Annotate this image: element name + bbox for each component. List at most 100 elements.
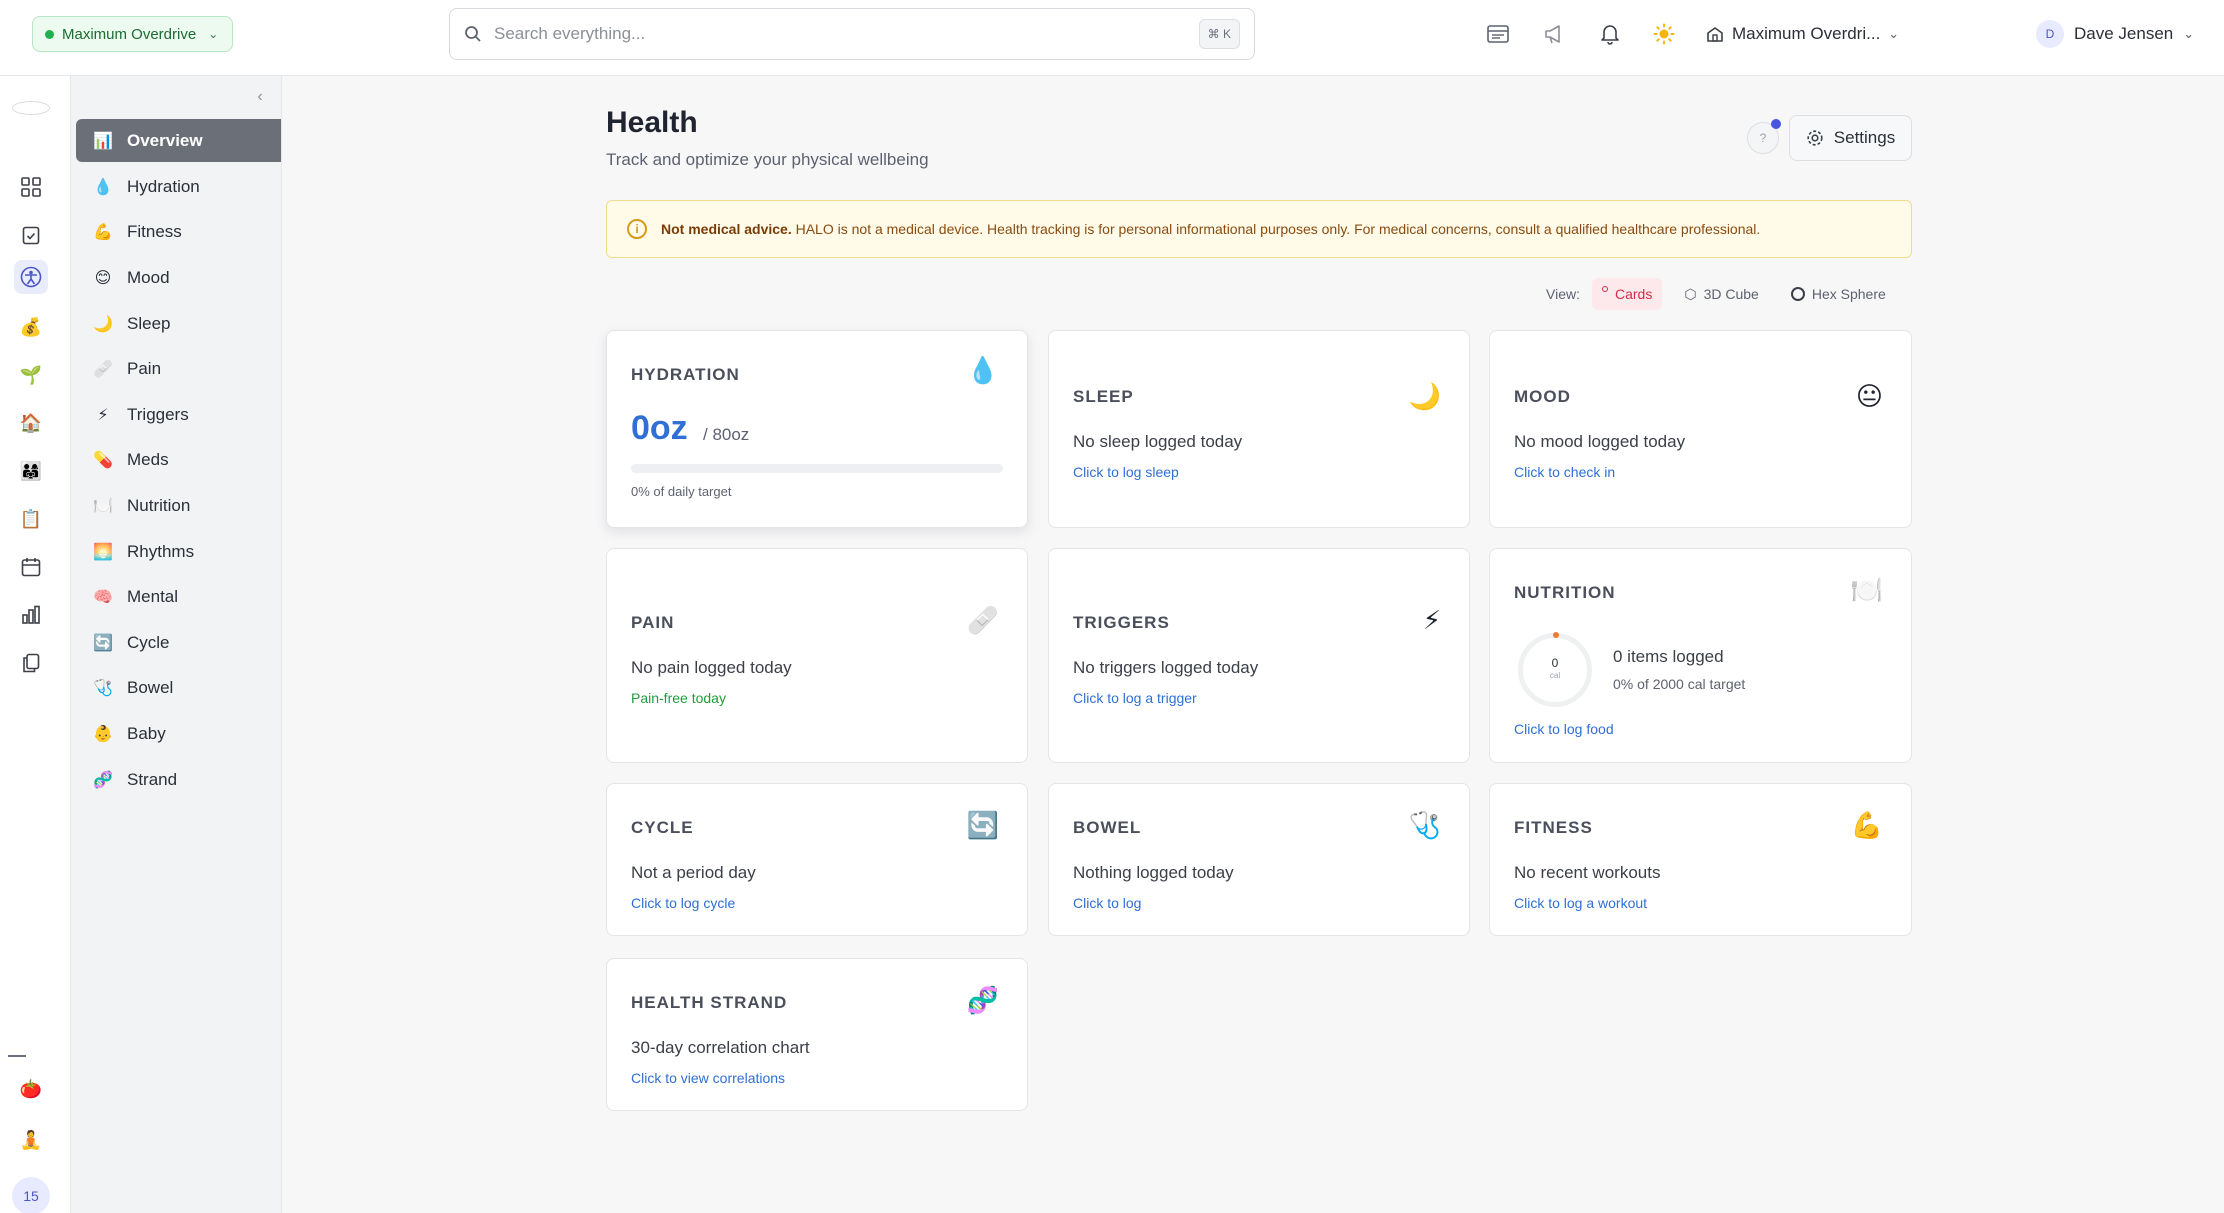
alert-body: HALO is not a medical device. Health tra… — [791, 221, 1761, 237]
sidebar-item-label: Meds — [127, 449, 169, 469]
view-option-hex-sphere[interactable]: Hex Sphere — [1781, 278, 1896, 310]
plate-icon: 🍽️ — [1850, 575, 1883, 605]
pill-icon: 💊 — [93, 451, 113, 469]
view-option-3d-cube[interactable]: ⬡ 3D Cube — [1674, 278, 1769, 310]
sidebar-item-nutrition[interactable]: 🍽️ Nutrition — [76, 484, 281, 527]
search-bar[interactable]: Search everything... ⌘ K — [449, 8, 1255, 60]
pain-card[interactable]: PAIN 🩹 No pain logged today Pain-free to… — [606, 548, 1028, 763]
sidebar-item-label: Bowel — [127, 677, 174, 697]
pain-free-status[interactable]: Pain-free today — [631, 690, 726, 706]
user-name: Dave Jensen — [2074, 24, 2174, 43]
log-trigger-link[interactable]: Click to log a trigger — [1073, 690, 1197, 706]
card-title: HEALTH STRAND — [631, 993, 788, 1012]
clipboard-check-icon[interactable] — [14, 218, 48, 252]
cycle-arrows-icon: 🔄 — [966, 810, 999, 840]
health-figure-icon[interactable] — [14, 260, 48, 294]
sidebar-item-label: Overview — [127, 130, 203, 150]
sidebar-item-strand[interactable]: 🧬 Strand — [76, 758, 281, 801]
sidebar-item-baby[interactable]: 👶 Baby — [76, 712, 281, 755]
log-sleep-link[interactable]: Click to log sleep — [1073, 464, 1179, 480]
search-input[interactable]: Search everything... — [494, 24, 1187, 44]
hydration-progress-bar — [631, 464, 1003, 473]
organization-switcher[interactable]: Maximum Overdri... ⌄ — [1706, 20, 1899, 48]
cycle-card[interactable]: CYCLE 🔄 Not a period day Click to log cy… — [606, 783, 1028, 936]
neutral-face-icon: 😐 — [1855, 381, 1883, 411]
sun-icon[interactable] — [1650, 20, 1678, 48]
sidebar-item-mental[interactable]: 🧠 Mental — [76, 575, 281, 618]
log-workout-link[interactable]: Click to log a workout — [1514, 895, 1647, 911]
notepad-icon[interactable]: 📋 — [14, 502, 48, 536]
documents-icon[interactable] — [14, 646, 48, 680]
nutrition-items: 0 items logged — [1613, 647, 1724, 666]
alert-text: Not medical advice. HALO is not a medica… — [661, 221, 1760, 237]
rail-count-badge[interactable]: 15 — [12, 1177, 50, 1213]
card-title: MOOD — [1514, 387, 1571, 406]
log-cycle-link[interactable]: Click to log cycle — [631, 895, 735, 911]
nutrition-card[interactable]: NUTRITION 🍽️ 0 cal 0 items logged 0% of … — [1489, 548, 1912, 763]
sidebar-item-label: Cycle — [127, 632, 170, 652]
sidebar-item-mood[interactable]: 😊 Mood — [76, 256, 281, 299]
help-circle-icon: ? — [1759, 131, 1767, 145]
flexed-arm-icon: 💪 — [1850, 810, 1883, 840]
sidebar-item-rhythms[interactable]: 🌅 Rhythms — [76, 530, 281, 573]
view-correlations-link[interactable]: Click to view correlations — [631, 1070, 785, 1086]
bandage-icon: 🩹 — [966, 605, 999, 635]
triggers-card[interactable]: TRIGGERS ⚡ No triggers logged today Clic… — [1048, 548, 1470, 763]
lightning-icon: ⚡ — [97, 406, 109, 424]
view-option-label: Hex Sphere — [1811, 286, 1886, 302]
seedling-icon[interactable]: 🌱 — [14, 358, 48, 392]
log-food-link[interactable]: Click to log food — [1514, 721, 1614, 737]
sidebar-item-pain[interactable]: 🩹 Pain — [76, 347, 281, 390]
alert-strong: Not medical advice. — [661, 221, 792, 237]
search-shortcut: ⌘ K — [1198, 19, 1240, 49]
dna-icon: 🧬 — [966, 985, 999, 1015]
card-title: PAIN — [631, 613, 675, 632]
bowel-card[interactable]: BOWEL 🩺 Nothing logged today Click to lo… — [1048, 783, 1470, 936]
pin-icon — [1601, 286, 1608, 292]
sidebar-item-label: Triggers — [127, 404, 189, 424]
health-strand-card[interactable]: HEALTH STRAND 🧬 30-day correlation chart… — [606, 958, 1028, 1111]
log-bowel-link[interactable]: Click to log — [1073, 895, 1141, 911]
house-icon[interactable]: 🏠 — [14, 406, 48, 440]
notification-dot — [1771, 119, 1781, 129]
workspace-switcher[interactable]: Maximum Overdrive ⌄ — [32, 16, 234, 52]
settings-button[interactable]: Settings — [1789, 115, 1912, 161]
calendar-icon[interactable] — [14, 550, 48, 584]
mood-card[interactable]: MOOD 😐 No mood logged today Click to che… — [1489, 330, 1912, 528]
megaphone-icon[interactable] — [1541, 20, 1569, 48]
sidebar-item-hydration[interactable]: 💧 Hydration — [76, 165, 281, 208]
page-subtitle: Track and optimize your physical wellbei… — [606, 150, 929, 169]
bell-icon[interactable] — [1596, 20, 1624, 48]
app-rail: 💰 🌱 🏠 👨‍👩‍👧 📋 🍅 🧘 15 — [0, 76, 71, 1213]
logo-icon[interactable] — [12, 101, 50, 115]
fitness-card[interactable]: FITNESS 💪 No recent workouts Click to lo… — [1489, 783, 1912, 936]
check-in-link[interactable]: Click to check in — [1514, 464, 1615, 480]
card-title: FITNESS — [1514, 818, 1593, 837]
tomato-icon[interactable]: 🍅 — [14, 1072, 48, 1106]
chevron-down-icon: ⌄ — [208, 27, 219, 41]
sidebar-item-sleep[interactable]: 🌙 Sleep — [76, 302, 281, 345]
user-menu[interactable]: D Dave Jensen ⌄ — [2036, 20, 2194, 48]
sidebar-item-cycle[interactable]: 🔄 Cycle — [76, 621, 281, 664]
info-icon: i — [627, 219, 647, 239]
money-bag-icon[interactable]: 💰 — [14, 310, 48, 344]
dashboard-grid-icon[interactable] — [14, 170, 48, 204]
sidebar-item-meds[interactable]: 💊 Meds — [76, 438, 281, 481]
sidebar-item-overview[interactable]: 📊 Overview — [76, 119, 281, 162]
view-option-cards[interactable]: Cards — [1591, 278, 1663, 310]
calendar-view-icon[interactable] — [1484, 20, 1512, 48]
bar-chart-icon[interactable] — [14, 598, 48, 632]
family-icon[interactable]: 👨‍👩‍👧 — [14, 454, 48, 488]
sleep-card[interactable]: SLEEP 🌙 No sleep logged today Click to l… — [1048, 330, 1470, 528]
meditation-icon[interactable]: 🧘 — [14, 1123, 48, 1157]
card-title: BOWEL — [1073, 818, 1142, 837]
sidebar-item-label: Nutrition — [127, 495, 191, 515]
card-status: 30-day correlation chart — [631, 1038, 810, 1057]
sidebar-item-label: Rhythms — [127, 541, 195, 561]
sidebar-item-bowel[interactable]: 🩺 Bowel — [76, 666, 281, 709]
hydration-card[interactable]: HYDRATION 💧 0oz / 80oz 0% of daily targe… — [606, 330, 1028, 528]
cycle-arrows-icon: 🔄 — [93, 634, 113, 652]
sidebar-item-triggers[interactable]: ⚡ Triggers — [76, 393, 281, 436]
sidebar-item-fitness[interactable]: 💪 Fitness — [76, 210, 281, 253]
collapse-sidebar-button[interactable]: ‹ — [249, 86, 271, 108]
